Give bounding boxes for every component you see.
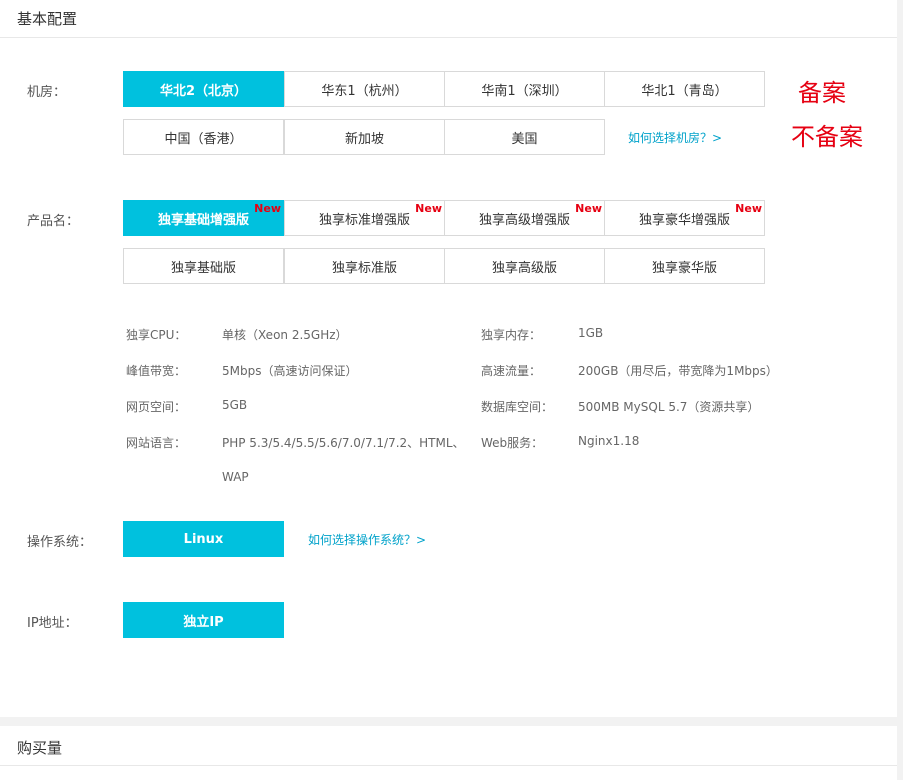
spec-mem-value: 1GB (578, 326, 604, 340)
datacenter-option-beijing[interactable]: 华北2（北京） (123, 71, 284, 107)
spec-language-value: PHP 5.3/5.4/5.5/5.6/7.0/7.1/7.2、HTML、 (222, 436, 465, 450)
quantity-header: 购买量 (0, 726, 897, 766)
spec-traffic-value: 200GB（用尽后，带宽降为1Mbps） (578, 364, 778, 378)
datacenter-label: 机房： (27, 85, 67, 100)
ip-option-dedicated[interactable]: 独立IP (123, 602, 284, 638)
spec-cpu-label: 独享CPU： (126, 328, 187, 342)
datacenter-option-hangzhou[interactable]: 华东1（杭州） (284, 71, 445, 107)
datacenter-option-singapore[interactable]: 新加坡 (284, 119, 445, 155)
spec-bandwidth-label: 峰值带宽： (126, 364, 187, 378)
product-option-advanced[interactable]: 独享高级版 (444, 248, 605, 284)
spec-db-label: 数据库空间： (481, 400, 554, 414)
new-badge: New (254, 202, 281, 215)
new-badge: New (415, 202, 442, 215)
spec-web-space-label: 网页空间： (126, 400, 187, 414)
os-option-linux[interactable]: Linux (123, 521, 284, 557)
page-edge (897, 0, 903, 780)
product-option-luxury[interactable]: 独享豪华版 (604, 248, 765, 284)
datacenter-option-qingdao[interactable]: 华北1（青岛） (604, 71, 765, 107)
product-option-luxury-enhanced[interactable]: 独享豪华增强版 New (604, 200, 765, 236)
product-option-standard-enhanced[interactable]: 独享标准增强版 New (284, 200, 445, 236)
no-filing-annotation: 不备案 (791, 123, 863, 151)
product-option-basic-enhanced[interactable]: 独享基础增强版 New (123, 200, 284, 236)
datacenter-option-usa[interactable]: 美国 (444, 119, 605, 155)
os-label: 操作系统： (27, 535, 93, 550)
datacenter-option-shenzhen[interactable]: 华南1（深圳） (444, 71, 605, 107)
datacenter-help-link[interactable]: 如何选择机房？> (628, 129, 722, 146)
spec-language-label: 网站语言： (126, 436, 187, 450)
product-option-basic[interactable]: 独享基础版 (123, 248, 284, 284)
spec-db-value: 500MB MySQL 5.7（资源共享） (578, 400, 760, 414)
spec-language-value-cont: WAP (222, 470, 249, 484)
product-option-advanced-enhanced[interactable]: 独享高级增强版 New (444, 200, 605, 236)
basic-config-title: 基本配置 (17, 10, 78, 28)
quantity-panel: 购买量 (0, 726, 897, 780)
spec-cpu-value: 单核（Xeon 2.5GHz） (222, 328, 348, 342)
filing-annotation: 备案 (798, 79, 846, 107)
product-option-standard[interactable]: 独享标准版 (284, 248, 445, 284)
spec-traffic-label: 高速流量： (481, 364, 542, 378)
spec-bandwidth-value: 5Mbps（高速访问保证） (222, 364, 358, 378)
spec-web-space-value: 5GB (222, 398, 248, 412)
datacenter-option-hongkong[interactable]: 中国（香港） (123, 119, 284, 155)
new-badge: New (735, 202, 762, 215)
new-badge: New (575, 202, 602, 215)
spec-web-server-value: Nginx1.18 (578, 434, 640, 448)
basic-config-panel: 基本配置 机房： 华北2（北京） 华东1（杭州） 华南1（深圳） 华北1（青岛）… (0, 0, 897, 717)
quantity-title: 购买量 (17, 739, 63, 757)
basic-config-header: 基本配置 (0, 0, 897, 38)
spec-mem-label: 独享内存： (481, 328, 542, 342)
spec-web-server-label: Web服务： (481, 436, 544, 450)
ip-label: IP地址： (27, 616, 78, 631)
product-label: 产品名： (27, 214, 80, 229)
os-help-link[interactable]: 如何选择操作系统？> (308, 531, 426, 548)
